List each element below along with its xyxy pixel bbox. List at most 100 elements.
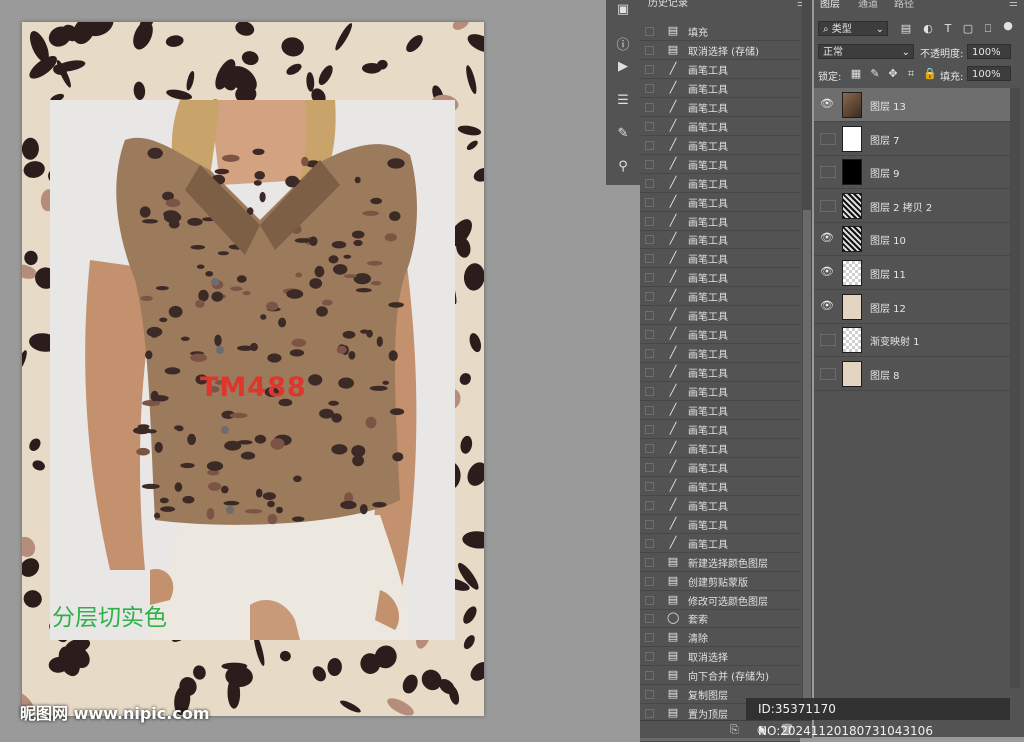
history-checkbox[interactable] <box>645 216 654 226</box>
history-item[interactable]: ╱ 画笔工具 <box>640 173 800 193</box>
history-item[interactable]: ╱ 画笔工具 <box>640 419 800 439</box>
info-icon[interactable]: ⓘ <box>612 32 634 54</box>
shape-filter-icon[interactable]: ▢ <box>962 23 974 35</box>
history-item[interactable]: ╱ 画笔工具 <box>640 495 800 515</box>
history-checkbox[interactable] <box>645 671 654 681</box>
lock-artboard-icon[interactable]: ⌗ <box>905 68 917 80</box>
lock-all-icon[interactable]: 🔒 <box>923 68 937 80</box>
history-item[interactable]: ▤ 清除 <box>640 627 800 648</box>
smart-object-filter-icon[interactable]: ⎕ <box>982 23 994 35</box>
history-scrollbar[interactable] <box>802 0 812 720</box>
history-checkbox[interactable] <box>645 311 654 321</box>
history-checkbox[interactable] <box>645 481 654 491</box>
visibility-toggle[interactable] <box>820 367 836 380</box>
history-item[interactable]: ▤ 新建选择颜色图层 <box>640 552 800 572</box>
history-checkbox[interactable] <box>645 633 654 643</box>
eye-icon[interactable]: 👁 <box>820 98 834 109</box>
image-filter-icon[interactable]: ▤ <box>900 23 912 35</box>
visibility-toggle[interactable] <box>820 334 836 347</box>
history-checkbox[interactable] <box>645 140 654 150</box>
lock-transparent-icon[interactable]: ▦ <box>850 68 862 80</box>
document-canvas[interactable]: TM488 分层切实色 <box>22 22 484 716</box>
history-item[interactable]: ╱ 画笔工具 <box>640 97 800 117</box>
canvas-area[interactable]: TM488 分层切实色 昵图网 www.nipic.com <box>0 0 606 737</box>
tab-paths[interactable]: 路径 <box>894 0 914 10</box>
adjustment-filter-icon[interactable]: ◐ <box>922 23 934 35</box>
lock-position-icon[interactable]: ✥ <box>887 68 899 80</box>
layer-row[interactable]: 👁 图层 10 <box>814 222 1010 257</box>
eye-icon[interactable]: 👁 <box>820 232 834 243</box>
lock-pixels-icon[interactable]: ✎ <box>869 68 881 80</box>
history-checkbox[interactable] <box>645 538 654 548</box>
history-checkbox[interactable] <box>645 709 654 719</box>
tab-layers[interactable]: 图层 <box>820 0 840 10</box>
history-checkbox[interactable] <box>645 368 654 378</box>
eye-icon[interactable]: 👁 <box>820 266 834 277</box>
history-checkbox[interactable] <box>645 424 654 434</box>
layers-scrollbar[interactable] <box>1010 88 1020 688</box>
adjust-icon[interactable]: ☰ <box>612 89 634 111</box>
layer-row[interactable]: 👁 图层 11 <box>814 256 1010 290</box>
type-filter-icon[interactable]: T <box>942 23 954 35</box>
history-item[interactable]: ╱ 画笔工具 <box>640 78 800 98</box>
history-checkbox[interactable] <box>645 519 654 529</box>
history-item[interactable]: ╱ 画笔工具 <box>640 457 800 477</box>
history-checkbox[interactable] <box>645 45 654 55</box>
fill-input[interactable]: 100% <box>967 66 1011 81</box>
history-item[interactable]: ╱ 画笔工具 <box>640 211 800 231</box>
history-item[interactable]: ▤ 创建剪贴蒙版 <box>640 571 800 591</box>
history-tab[interactable]: 历史记录 <box>640 0 708 10</box>
history-checkbox[interactable] <box>645 121 654 131</box>
layer-filter-select[interactable]: ⌕ 类型 ⌄ <box>818 21 888 36</box>
clone-source-icon[interactable]: ⚲ <box>612 155 634 177</box>
play-icon[interactable]: ▶ <box>612 55 634 77</box>
history-checkbox[interactable] <box>645 652 654 662</box>
history-checkbox[interactable] <box>645 443 654 453</box>
history-item[interactable]: ╱ 画笔工具 <box>640 400 800 420</box>
history-checkbox[interactable] <box>645 64 654 74</box>
history-item[interactable]: ╱ 画笔工具 <box>640 514 800 534</box>
history-item[interactable]: ╱ 画笔工具 <box>640 438 800 458</box>
visibility-toggle[interactable] <box>820 132 836 145</box>
history-checkbox[interactable] <box>645 690 654 700</box>
layer-row[interactable]: 👁 图层 12 <box>814 290 1010 324</box>
history-checkbox[interactable] <box>645 235 654 245</box>
layer-row[interactable]: 图层 9 <box>814 155 1010 190</box>
history-item[interactable]: ╱ 画笔工具 <box>640 286 800 307</box>
history-item[interactable]: ╱ 画笔工具 <box>640 248 800 269</box>
history-item[interactable]: ╱ 画笔工具 <box>640 362 800 383</box>
history-checkbox[interactable] <box>645 330 654 340</box>
history-checkbox[interactable] <box>645 102 654 112</box>
history-checkbox[interactable] <box>645 406 654 415</box>
history-item[interactable]: ╱ 画笔工具 <box>640 192 800 212</box>
history-item[interactable]: ╱ 画笔工具 <box>640 381 800 402</box>
history-checkbox[interactable] <box>645 292 654 302</box>
opacity-input[interactable]: 100% <box>967 44 1011 59</box>
history-item[interactable]: ▤ 填充 <box>640 21 800 41</box>
tab-channels[interactable]: 通道 <box>858 0 878 10</box>
history-checkbox[interactable] <box>645 83 654 93</box>
history-checkbox[interactable] <box>645 387 654 397</box>
history-item[interactable]: ▤ 向下合并 (存储为) <box>640 665 800 686</box>
filter-toggle-icon[interactable]: ● <box>1002 20 1014 32</box>
history-item[interactable]: ╱ 画笔工具 <box>640 135 800 155</box>
history-checkbox[interactable] <box>645 27 654 36</box>
visibility-toggle[interactable] <box>820 166 836 179</box>
cube-icon[interactable]: ▣ <box>612 0 634 20</box>
history-checkbox[interactable] <box>645 500 654 510</box>
history-checkbox[interactable] <box>645 273 654 283</box>
history-checkbox[interactable] <box>645 197 654 207</box>
history-item[interactable]: ╱ 画笔工具 <box>640 267 800 288</box>
history-checkbox[interactable] <box>645 576 654 586</box>
history-checkbox[interactable] <box>645 178 654 188</box>
history-item[interactable]: ╱ 画笔工具 <box>640 229 800 250</box>
history-checkbox[interactable] <box>645 557 654 567</box>
history-item[interactable]: ╱ 画笔工具 <box>640 476 800 496</box>
layer-row[interactable]: 图层 8 <box>814 357 1010 391</box>
layer-row[interactable]: 👁 图层 13 <box>814 88 1010 122</box>
layer-row[interactable]: 图层 7 <box>814 122 1010 156</box>
history-checkbox[interactable] <box>645 349 654 359</box>
panel-menu-icon[interactable]: ☰ <box>1009 0 1018 9</box>
blend-mode-select[interactable]: 正常 ⌄ <box>818 44 914 59</box>
history-item[interactable]: ╱ 画笔工具 <box>640 533 800 553</box>
